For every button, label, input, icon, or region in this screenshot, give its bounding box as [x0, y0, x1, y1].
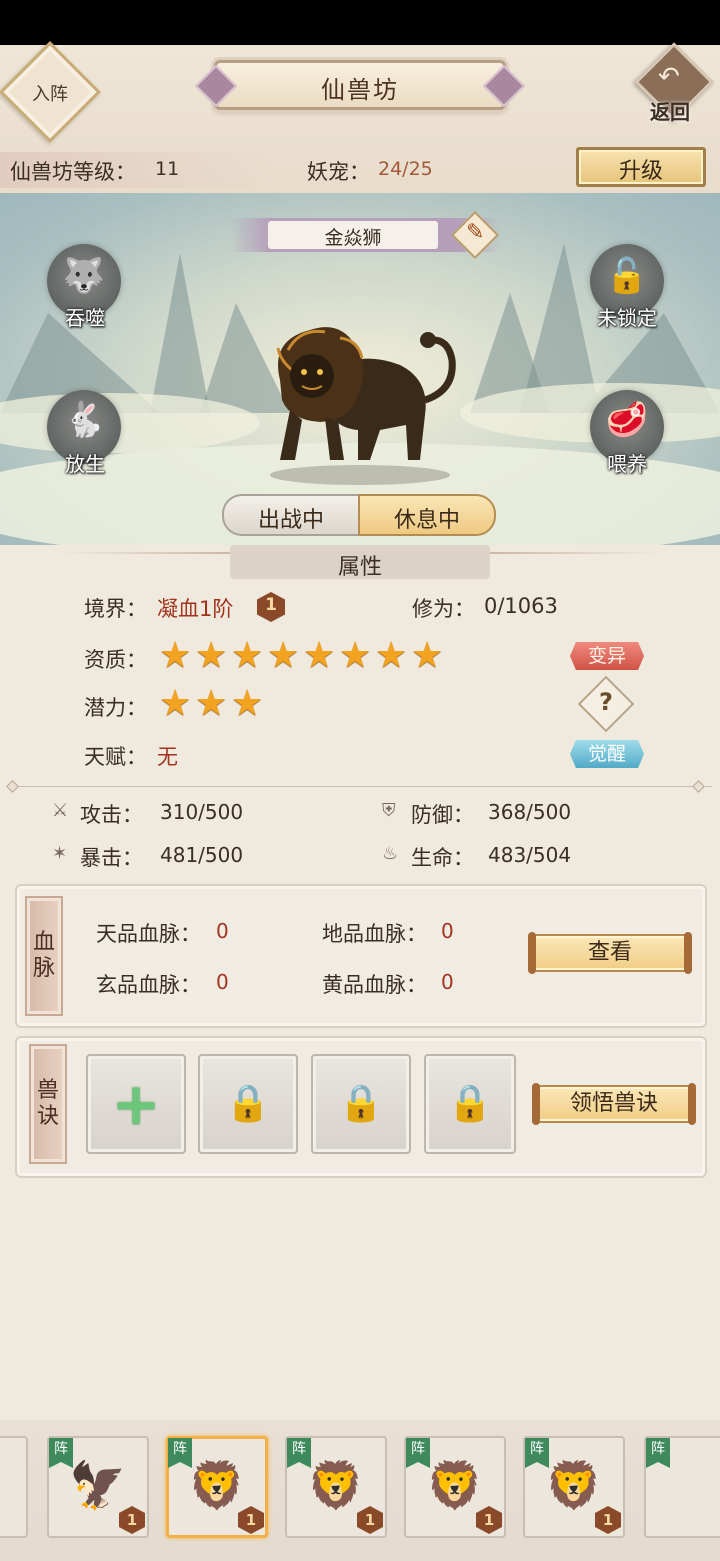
mystic-bloodline-value: 0 — [216, 970, 229, 994]
defense-label: 防御： — [411, 803, 474, 827]
enter-formation-label: 入阵 — [32, 84, 68, 105]
back-label: 返回 — [650, 100, 690, 124]
view-bloodline-button[interactable]: 查看 — [528, 932, 692, 974]
golden-lion-icon: 🦁 — [188, 1458, 246, 1512]
skills-tab-label: 兽诀 — [36, 1078, 59, 1129]
question-icon: ? — [599, 688, 613, 716]
lock-icon: 🔒 — [225, 1083, 271, 1124]
star-icon: ★ — [339, 635, 372, 676]
star-icon: ★ — [231, 635, 264, 676]
mutate-button[interactable]: 变异 — [570, 642, 644, 670]
pet-count-label: 妖宠： — [307, 160, 370, 184]
learn-skill-button[interactable]: 领悟兽诀 — [532, 1083, 696, 1125]
divider-ornament — [692, 780, 705, 793]
potential-label: 潜力： — [84, 696, 147, 720]
attack-value: 310/500 — [160, 800, 244, 824]
pet-count-value: 24/25 — [378, 158, 433, 180]
shield-icon: ⛨ — [382, 800, 396, 821]
heaven-bloodline-value: 0 — [216, 919, 229, 943]
blue-lion-icon: 🦁 — [307, 1458, 365, 1512]
lock-label: 未锁定 — [597, 306, 657, 330]
pet-card-partial[interactable] — [0, 1436, 28, 1538]
sword-icon: ⚔ — [52, 800, 69, 821]
tab-in-battle-label: 出战中 — [257, 508, 324, 533]
mystic-bloodline-label: 玄品血脉： — [96, 973, 201, 997]
meat-icon: 🥩 — [605, 400, 649, 440]
bloodline-tab-label: 血脉 — [32, 930, 55, 981]
release-label: 放生 — [65, 452, 105, 476]
hp-value: 483/504 — [488, 843, 572, 867]
teal-lion-icon: 🦁 — [426, 1458, 484, 1512]
devour-label: 吞噬 — [65, 306, 105, 330]
star-icon: ★ — [159, 683, 192, 724]
lock-icon: 🔒 — [338, 1083, 384, 1124]
golden-lion-illustration — [270, 327, 456, 485]
yellow-bloodline-value: 0 — [441, 970, 454, 994]
feed-label: 喂养 — [607, 452, 647, 476]
crit-value: 481/500 — [160, 843, 244, 867]
awaken-button[interactable]: 觉醒 — [570, 740, 644, 768]
upgrade-label: 升级 — [618, 159, 663, 184]
unlock-icon: 🔓 — [605, 256, 649, 296]
crit-icon: ✶ — [52, 843, 68, 864]
star-icon: ★ — [375, 635, 408, 676]
star-icon: ★ — [231, 683, 264, 724]
cultivation-label: 修为： — [412, 597, 475, 621]
heaven-bloodline-label: 天品血脉： — [96, 922, 201, 946]
star-icon: ★ — [267, 635, 300, 676]
back-arrow-icon: ↶ — [658, 62, 680, 92]
lock-icon: 🔒 — [447, 1083, 493, 1124]
blue-lion-icon: 🦁 — [545, 1458, 603, 1512]
attr-section-title: 属性 — [337, 555, 382, 580]
cultivation-value: 0/1063 — [484, 594, 558, 618]
brush-icon: ✎ — [466, 220, 485, 245]
talent-label: 天赋： — [84, 745, 147, 769]
phoenix-icon: 🦅 — [69, 1458, 127, 1512]
star-icon: ★ — [159, 635, 192, 676]
wolf-icon: 🐺 — [62, 256, 106, 296]
star-icon: ★ — [195, 635, 228, 676]
aptitude-label: 资质： — [84, 648, 147, 672]
divider-ornament — [6, 780, 19, 793]
realm-value: 凝血1阶 — [157, 597, 234, 621]
star-icon: ★ — [195, 683, 228, 724]
star-icon: ★ — [411, 635, 444, 676]
rabbit-icon: 🐇 — [62, 400, 106, 440]
rank-badge-value: 1 — [265, 595, 277, 615]
realm-label: 境界： — [84, 597, 147, 621]
tab-resting-label: 休息中 — [393, 508, 460, 533]
earth-bloodline-value: 0 — [441, 919, 454, 943]
defense-value: 368/500 — [488, 800, 572, 824]
crit-label: 暴击： — [80, 846, 143, 870]
earth-bloodline-label: 地品血脉： — [322, 922, 427, 946]
page-title: 仙兽坊 — [321, 76, 399, 104]
talent-value: 无 — [157, 745, 178, 769]
shop-level-label: 仙兽坊等级： — [10, 160, 136, 184]
flame-icon: ♨ — [382, 843, 399, 864]
pet-name: 金焱狮 — [324, 227, 382, 249]
shop-level-value: 11 — [155, 158, 180, 180]
hp-label: 生命： — [411, 846, 474, 870]
divider — [8, 786, 712, 787]
plus-icon: + — [111, 1070, 161, 1138]
star-icon: ★ — [303, 635, 336, 676]
system-status-bar — [0, 0, 720, 45]
attack-label: 攻击： — [80, 803, 143, 827]
yellow-bloodline-label: 黄品血脉： — [322, 973, 427, 997]
